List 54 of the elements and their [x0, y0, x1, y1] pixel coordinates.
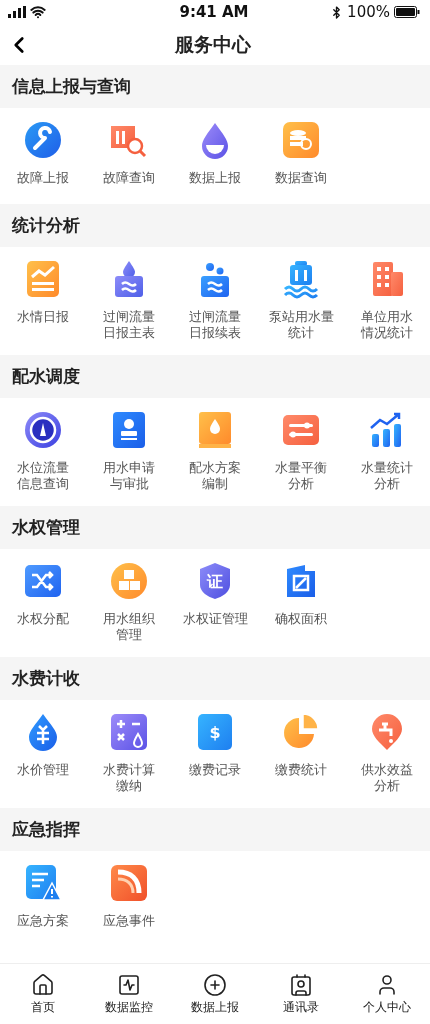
wifi-icon [30, 4, 46, 20]
service-label[interactable]: 过闸流量 日报主表 [103, 309, 155, 341]
home-icon [31, 972, 55, 997]
service-label[interactable]: 故障上报 [17, 170, 69, 186]
service-label[interactable]: 供水效益 分析 [361, 762, 413, 794]
service-label[interactable]: 单位用水 情况统计 [361, 309, 413, 341]
battery-icon [394, 6, 420, 18]
service-label[interactable]: 水位流量 信息查询 [17, 460, 69, 492]
gauge-icon [23, 410, 63, 450]
section-header: 信息上报与查询 [0, 65, 430, 108]
document-warning-icon [23, 863, 63, 903]
service-label[interactable]: 水量平衡 分析 [275, 460, 327, 492]
service-label[interactable]: 水量统计 分析 [361, 460, 413, 492]
service-label[interactable]: 用水申请 与审批 [103, 460, 155, 492]
service-label[interactable]: 水权证管理 [182, 611, 248, 627]
wrench-icon [23, 120, 63, 160]
service-label[interactable]: 应急事件 [103, 913, 155, 929]
section-header: 水费计收 [0, 657, 430, 700]
service-label[interactable]: 过闸流量 日报续表 [189, 309, 241, 341]
signal-icon [8, 6, 26, 18]
service-label[interactable]: 水情日报 [17, 309, 69, 325]
service-label[interactable]: 泵站用水量 统计 [268, 309, 334, 341]
status-time: 9:41 AM [179, 3, 249, 21]
section-header: 应急指挥 [0, 808, 430, 851]
page-title: 服务中心 [174, 31, 252, 57]
service-label[interactable]: 数据上报 [189, 170, 241, 186]
service-label[interactable]: 水费计算 缴纳 [103, 762, 155, 794]
service-label[interactable]: 缴费统计 [275, 762, 327, 778]
service-label[interactable]: 数据查询 [275, 170, 327, 186]
tab-bar-item[interactable]: 数据监控 [86, 964, 172, 1024]
boxes-icon [109, 561, 149, 601]
service-label[interactable]: 缴费记录 [189, 762, 241, 778]
tab-bar-item[interactable]: 个人中心 [344, 964, 430, 1024]
battery-percent: 100% [347, 3, 390, 21]
pipe-flow-icon [109, 863, 149, 903]
service-label[interactable]: 配水方案 编制 [189, 460, 241, 492]
service-label[interactable]: 水价管理 [17, 762, 69, 778]
tab-bar-item[interactable]: 通讯录 [258, 964, 344, 1024]
section-header: 水权管理 [0, 506, 430, 549]
section-header: 统计分析 [0, 204, 430, 247]
service-label[interactable]: 应急方案 [17, 913, 69, 929]
database-search-icon [281, 120, 321, 160]
service-label[interactable]: 故障查询 [103, 170, 155, 186]
service-label[interactable]: 确权面积 [275, 611, 327, 627]
tab-bar-item[interactable]: 首页 [0, 964, 86, 1024]
service-label[interactable]: 水权分配 [17, 611, 69, 627]
contact-icon [289, 972, 313, 997]
calculator-icon [109, 712, 149, 752]
plus-circle-icon [203, 972, 227, 997]
chart-icon [117, 972, 141, 997]
tab-bar-item[interactable]: 数据上报 [172, 964, 258, 1024]
section-header: 配水调度 [0, 355, 430, 398]
payment-card-icon: $ [195, 712, 235, 752]
service-label[interactable]: 用水组织 管理 [103, 611, 155, 643]
